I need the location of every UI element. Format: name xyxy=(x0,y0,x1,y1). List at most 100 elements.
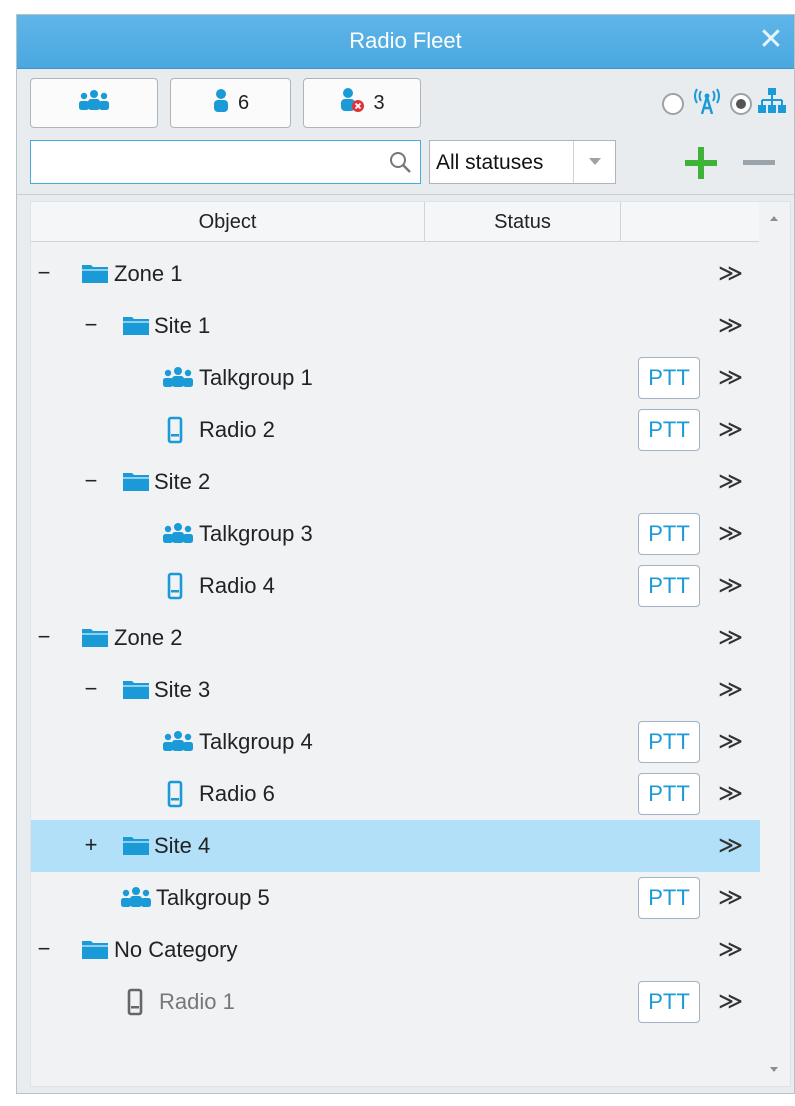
scroll-up-icon[interactable] xyxy=(770,216,778,221)
hierarchy-view-option[interactable] xyxy=(730,92,752,115)
collapse-icon[interactable]: − xyxy=(36,261,52,285)
offline-count: 3 xyxy=(373,91,385,114)
more-actions-icon[interactable]: ≫ xyxy=(714,885,744,911)
tree-item-label: Site 4 xyxy=(154,833,211,858)
radio-fleet-window: Radio Fleet ✕ 6 3 All statuses Object St… xyxy=(16,14,795,1094)
more-actions-icon[interactable]: ≫ xyxy=(714,365,744,391)
tree-row[interactable]: − Site 2 ≫ xyxy=(31,456,760,508)
more-actions-icon[interactable]: ≫ xyxy=(714,417,744,443)
tree-item-label: Talkgroup 1 xyxy=(199,365,313,390)
tree-item-label: Site 3 xyxy=(154,677,211,702)
tree-row[interactable]: Radio 4 PTT ≫ xyxy=(31,560,760,612)
tree-item-label: Radio 1 xyxy=(159,989,235,1014)
more-actions-icon[interactable]: ≫ xyxy=(714,313,744,339)
tree-item-label: Site 1 xyxy=(154,313,211,338)
tree-row[interactable]: Radio 1 PTT ≫ xyxy=(31,976,760,1028)
folder-icon xyxy=(122,470,150,497)
search-icon[interactable] xyxy=(388,150,412,179)
tree-row[interactable]: Talkgroup 3 PTT ≫ xyxy=(31,508,760,560)
tree-item-label: Talkgroup 4 xyxy=(199,729,313,754)
hierarchy-icon xyxy=(758,87,786,120)
status-filter-select[interactable]: All statuses xyxy=(429,140,616,184)
object-tree: Object Status − Zone 1 ≫ − Site 1 ≫ Talkgroup … xyxy=(30,201,791,1087)
talkgroup-icon xyxy=(119,886,153,913)
radio-view-option[interactable] xyxy=(662,92,684,115)
ptt-button[interactable]: PTT xyxy=(638,721,700,763)
tree-row[interactable]: Talkgroup 5 PTT ≫ xyxy=(31,872,760,924)
more-actions-icon[interactable]: ≫ xyxy=(714,521,744,547)
more-actions-icon[interactable]: ≫ xyxy=(714,989,744,1015)
talkgroup-icon xyxy=(161,522,195,549)
collapse-icon[interactable]: − xyxy=(36,625,52,649)
radio-tower-icon xyxy=(690,88,724,119)
online-radios-button[interactable]: 6 xyxy=(170,78,291,128)
folder-icon xyxy=(81,938,109,965)
more-actions-icon[interactable]: ≫ xyxy=(714,833,744,859)
tree-row[interactable]: Talkgroup 1 PTT ≫ xyxy=(31,352,760,404)
chevron-down-icon[interactable] xyxy=(573,141,615,183)
more-actions-icon[interactable]: ≫ xyxy=(714,781,744,807)
collapse-icon[interactable]: − xyxy=(83,313,99,337)
tree-item-label: Radio 6 xyxy=(199,781,275,806)
expand-icon[interactable]: + xyxy=(83,833,99,857)
folder-icon xyxy=(122,678,150,705)
vertical-scrollbar[interactable] xyxy=(759,202,790,1086)
ptt-button[interactable]: PTT xyxy=(638,513,700,555)
tree-row[interactable]: − Zone 1 ≫ xyxy=(31,248,760,300)
title-bar: Radio Fleet ✕ xyxy=(17,15,794,69)
tree-item-label: Talkgroup 5 xyxy=(156,885,270,910)
radio-device-icon xyxy=(167,780,185,813)
ptt-button[interactable]: PTT xyxy=(638,877,700,919)
talkgroup-icon xyxy=(161,366,195,393)
toolbar-divider xyxy=(17,194,794,195)
column-actions[interactable] xyxy=(621,202,760,242)
tree-row[interactable]: − No Category ≫ xyxy=(31,924,760,976)
column-header: Object Status xyxy=(31,202,760,242)
folder-icon xyxy=(122,834,150,861)
folder-icon xyxy=(81,262,109,289)
more-actions-icon[interactable]: ≫ xyxy=(714,625,744,651)
ptt-button[interactable]: PTT xyxy=(638,773,700,815)
collapse-icon[interactable]: − xyxy=(83,677,99,701)
close-icon[interactable]: ✕ xyxy=(756,23,786,57)
tree-row[interactable]: + Site 4 ≫ xyxy=(31,820,760,872)
minus-icon[interactable] xyxy=(739,143,779,183)
ptt-button[interactable]: PTT xyxy=(638,409,700,451)
ptt-button[interactable]: PTT xyxy=(638,357,700,399)
tree-row[interactable]: Radio 2 PTT ≫ xyxy=(31,404,760,456)
talkgroups-filter-button[interactable] xyxy=(30,78,158,128)
user-icon xyxy=(212,88,230,118)
column-object[interactable]: Object xyxy=(31,202,425,242)
tree-item-label: Radio 4 xyxy=(199,573,275,598)
view-mode-switch xyxy=(662,87,786,120)
more-actions-icon[interactable]: ≫ xyxy=(714,937,744,963)
window-title: Radio Fleet xyxy=(349,28,462,53)
ptt-button[interactable]: PTT xyxy=(638,981,700,1023)
radio-device-icon xyxy=(167,416,185,449)
tree-item-label: Radio 2 xyxy=(199,417,275,442)
tree-item-label: Site 2 xyxy=(154,469,211,494)
user-offline-icon xyxy=(339,87,365,119)
tree-item-label: No Category xyxy=(114,937,238,962)
folder-icon xyxy=(81,626,109,653)
more-actions-icon[interactable]: ≫ xyxy=(714,677,744,703)
scroll-down-icon[interactable] xyxy=(770,1067,778,1072)
collapse-icon[interactable]: − xyxy=(36,937,52,961)
tree-row[interactable]: Talkgroup 4 PTT ≫ xyxy=(31,716,760,768)
plus-icon[interactable] xyxy=(681,143,721,183)
offline-radios-button[interactable]: 3 xyxy=(303,78,421,128)
tree-row[interactable]: − Site 1 ≫ xyxy=(31,300,760,352)
search-input[interactable] xyxy=(37,145,377,179)
ptt-button[interactable]: PTT xyxy=(638,565,700,607)
more-actions-icon[interactable]: ≫ xyxy=(714,261,744,287)
more-actions-icon[interactable]: ≫ xyxy=(714,573,744,599)
tree-row[interactable]: − Site 3 ≫ xyxy=(31,664,760,716)
talkgroup-icon xyxy=(161,730,195,757)
more-actions-icon[interactable]: ≫ xyxy=(714,729,744,755)
folder-icon xyxy=(122,314,150,341)
more-actions-icon[interactable]: ≫ xyxy=(714,469,744,495)
tree-row[interactable]: Radio 6 PTT ≫ xyxy=(31,768,760,820)
collapse-icon[interactable]: − xyxy=(83,469,99,493)
tree-row[interactable]: − Zone 2 ≫ xyxy=(31,612,760,664)
column-status[interactable]: Status xyxy=(425,202,621,242)
